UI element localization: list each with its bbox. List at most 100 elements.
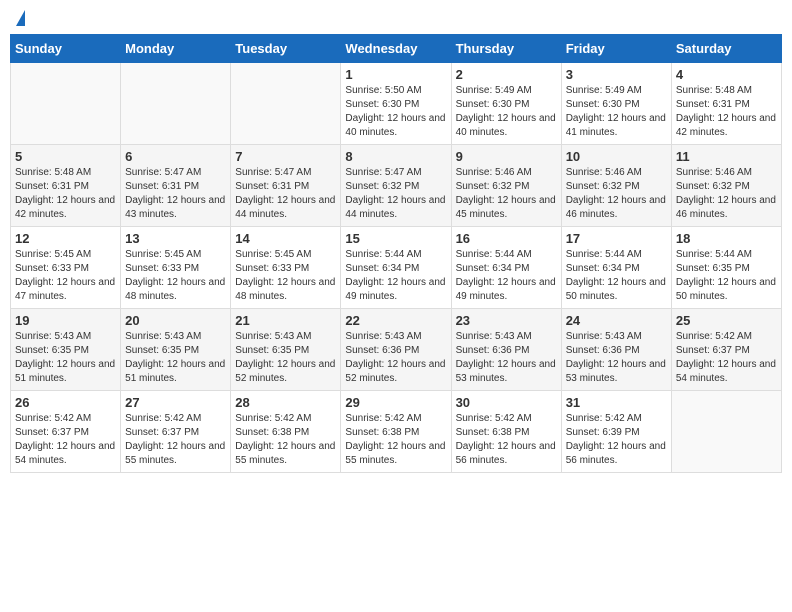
- calendar-cell: 11 Sunrise: 5:46 AM Sunset: 6:32 PM Dayli…: [671, 145, 781, 227]
- calendar-header-tuesday: Tuesday: [231, 35, 341, 63]
- day-number: 23: [456, 313, 557, 328]
- calendar-week-row: 1 Sunrise: 5:50 AM Sunset: 6:30 PM Daylig…: [11, 63, 782, 145]
- calendar-cell: 18 Sunrise: 5:44 AM Sunset: 6:35 PM Dayli…: [671, 227, 781, 309]
- calendar-cell: 28 Sunrise: 5:42 AM Sunset: 6:38 PM Dayli…: [231, 391, 341, 473]
- day-number: 9: [456, 149, 557, 164]
- calendar-cell: 7 Sunrise: 5:47 AM Sunset: 6:31 PM Daylig…: [231, 145, 341, 227]
- day-number: 21: [235, 313, 336, 328]
- calendar-cell: 24 Sunrise: 5:43 AM Sunset: 6:36 PM Dayli…: [561, 309, 671, 391]
- day-number: 4: [676, 67, 777, 82]
- calendar-cell: 25 Sunrise: 5:42 AM Sunset: 6:37 PM Dayli…: [671, 309, 781, 391]
- day-number: 27: [125, 395, 226, 410]
- calendar-header-friday: Friday: [561, 35, 671, 63]
- day-number: 15: [345, 231, 446, 246]
- day-info: Sunrise: 5:47 AM Sunset: 6:31 PM Dayligh…: [125, 166, 226, 222]
- day-info: Sunrise: 5:42 AM Sunset: 6:38 PM Dayligh…: [235, 412, 336, 468]
- day-info: Sunrise: 5:44 AM Sunset: 6:34 PM Dayligh…: [456, 248, 557, 304]
- calendar-cell: 20Sunrise: 5:43 AM Sunset: 6:35 PM Dayli…: [121, 309, 231, 391]
- calendar-cell: 26 Sunrise: 5:42 AM Sunset: 6:37 PM Dayli…: [11, 391, 121, 473]
- calendar-cell: [671, 391, 781, 473]
- calendar-week-row: 5Sunrise: 5:48 AM Sunset: 6:31 PM Daylig…: [11, 145, 782, 227]
- day-info: Sunrise: 5:46 AM Sunset: 6:32 PM Dayligh…: [676, 166, 777, 222]
- calendar-cell: 1 Sunrise: 5:50 AM Sunset: 6:30 PM Daylig…: [341, 63, 451, 145]
- day-info: Sunrise: 5:49 AM Sunset: 6:30 PM Dayligh…: [456, 84, 557, 140]
- page-header: [10, 10, 782, 28]
- calendar-week-row: 26 Sunrise: 5:42 AM Sunset: 6:37 PM Dayli…: [11, 391, 782, 473]
- day-info: Sunrise: 5:47 AM Sunset: 6:31 PM Dayligh…: [235, 166, 336, 222]
- calendar-cell: 29 Sunrise: 5:42 AM Sunset: 6:38 PM Dayli…: [341, 391, 451, 473]
- calendar-cell: 13 Sunrise: 5:45 AM Sunset: 6:33 PM Dayli…: [121, 227, 231, 309]
- calendar-cell: 21Sunrise: 5:43 AM Sunset: 6:35 PM Dayli…: [231, 309, 341, 391]
- day-info: Sunrise: 5:45 AM Sunset: 6:33 PM Dayligh…: [235, 248, 336, 304]
- calendar-cell: 3 Sunrise: 5:49 AM Sunset: 6:30 PM Daylig…: [561, 63, 671, 145]
- day-info: Sunrise: 5:50 AM Sunset: 6:30 PM Dayligh…: [345, 84, 446, 140]
- day-number: 12: [15, 231, 116, 246]
- day-number: 25: [676, 313, 777, 328]
- calendar-header-saturday: Saturday: [671, 35, 781, 63]
- calendar-header-wednesday: Wednesday: [341, 35, 451, 63]
- calendar-cell: 30 Sunrise: 5:42 AM Sunset: 6:38 PM Dayli…: [451, 391, 561, 473]
- calendar-cell: 12Sunrise: 5:45 AM Sunset: 6:33 PM Dayli…: [11, 227, 121, 309]
- calendar-cell: 31Sunrise: 5:42 AM Sunset: 6:39 PM Dayli…: [561, 391, 671, 473]
- calendar-cell: 4 Sunrise: 5:48 AM Sunset: 6:31 PM Daylig…: [671, 63, 781, 145]
- calendar-cell: [231, 63, 341, 145]
- day-info: Sunrise: 5:42 AM Sunset: 6:38 PM Dayligh…: [345, 412, 446, 468]
- day-number: 30: [456, 395, 557, 410]
- day-info: Sunrise: 5:43 AM Sunset: 6:36 PM Dayligh…: [566, 330, 667, 386]
- day-number: 18: [676, 231, 777, 246]
- day-number: 8: [345, 149, 446, 164]
- day-number: 10: [566, 149, 667, 164]
- calendar-cell: 10Sunrise: 5:46 AM Sunset: 6:32 PM Dayli…: [561, 145, 671, 227]
- calendar-week-row: 19 Sunrise: 5:43 AM Sunset: 6:35 PM Dayli…: [11, 309, 782, 391]
- day-number: 11: [676, 149, 777, 164]
- day-number: 28: [235, 395, 336, 410]
- calendar-cell: [121, 63, 231, 145]
- day-number: 17: [566, 231, 667, 246]
- day-number: 13: [125, 231, 226, 246]
- calendar-cell: 6 Sunrise: 5:47 AM Sunset: 6:31 PM Daylig…: [121, 145, 231, 227]
- day-info: Sunrise: 5:44 AM Sunset: 6:34 PM Dayligh…: [566, 248, 667, 304]
- calendar-cell: 2Sunrise: 5:49 AM Sunset: 6:30 PM Daylig…: [451, 63, 561, 145]
- day-info: Sunrise: 5:44 AM Sunset: 6:35 PM Dayligh…: [676, 248, 777, 304]
- day-info: Sunrise: 5:46 AM Sunset: 6:32 PM Dayligh…: [456, 166, 557, 222]
- calendar-header-row: SundayMondayTuesdayWednesdayThursdayFrid…: [11, 35, 782, 63]
- day-info: Sunrise: 5:42 AM Sunset: 6:37 PM Dayligh…: [15, 412, 116, 468]
- day-number: 5: [15, 149, 116, 164]
- calendar-cell: 27 Sunrise: 5:42 AM Sunset: 6:37 PM Dayli…: [121, 391, 231, 473]
- calendar-cell: 16Sunrise: 5:44 AM Sunset: 6:34 PM Dayli…: [451, 227, 561, 309]
- calendar-header-sunday: Sunday: [11, 35, 121, 63]
- day-number: 1: [345, 67, 446, 82]
- day-number: 7: [235, 149, 336, 164]
- day-info: Sunrise: 5:45 AM Sunset: 6:33 PM Dayligh…: [125, 248, 226, 304]
- day-number: 26: [15, 395, 116, 410]
- day-number: 14: [235, 231, 336, 246]
- day-number: 6: [125, 149, 226, 164]
- day-number: 20: [125, 313, 226, 328]
- calendar-cell: 23 Sunrise: 5:43 AM Sunset: 6:36 PM Dayli…: [451, 309, 561, 391]
- day-info: Sunrise: 5:42 AM Sunset: 6:37 PM Dayligh…: [676, 330, 777, 386]
- day-info: Sunrise: 5:49 AM Sunset: 6:30 PM Dayligh…: [566, 84, 667, 140]
- calendar-cell: [11, 63, 121, 145]
- day-info: Sunrise: 5:44 AM Sunset: 6:34 PM Dayligh…: [345, 248, 446, 304]
- day-number: 24: [566, 313, 667, 328]
- calendar-header-monday: Monday: [121, 35, 231, 63]
- calendar-cell: 17 Sunrise: 5:44 AM Sunset: 6:34 PM Dayli…: [561, 227, 671, 309]
- calendar-cell: 19 Sunrise: 5:43 AM Sunset: 6:35 PM Dayli…: [11, 309, 121, 391]
- calendar-header-thursday: Thursday: [451, 35, 561, 63]
- day-info: Sunrise: 5:43 AM Sunset: 6:36 PM Dayligh…: [345, 330, 446, 386]
- calendar-table: SundayMondayTuesdayWednesdayThursdayFrid…: [10, 34, 782, 473]
- logo-triangle-icon: [16, 10, 25, 26]
- calendar-cell: 14 Sunrise: 5:45 AM Sunset: 6:33 PM Dayli…: [231, 227, 341, 309]
- day-number: 31: [566, 395, 667, 410]
- day-info: Sunrise: 5:43 AM Sunset: 6:35 PM Dayligh…: [15, 330, 116, 386]
- calendar-cell: 22Sunrise: 5:43 AM Sunset: 6:36 PM Dayli…: [341, 309, 451, 391]
- day-number: 19: [15, 313, 116, 328]
- day-number: 29: [345, 395, 446, 410]
- day-info: Sunrise: 5:42 AM Sunset: 6:37 PM Dayligh…: [125, 412, 226, 468]
- day-info: Sunrise: 5:43 AM Sunset: 6:36 PM Dayligh…: [456, 330, 557, 386]
- day-number: 3: [566, 67, 667, 82]
- day-info: Sunrise: 5:42 AM Sunset: 6:38 PM Dayligh…: [456, 412, 557, 468]
- calendar-cell: 9 Sunrise: 5:46 AM Sunset: 6:32 PM Daylig…: [451, 145, 561, 227]
- day-info: Sunrise: 5:48 AM Sunset: 6:31 PM Dayligh…: [676, 84, 777, 140]
- day-info: Sunrise: 5:47 AM Sunset: 6:32 PM Dayligh…: [345, 166, 446, 222]
